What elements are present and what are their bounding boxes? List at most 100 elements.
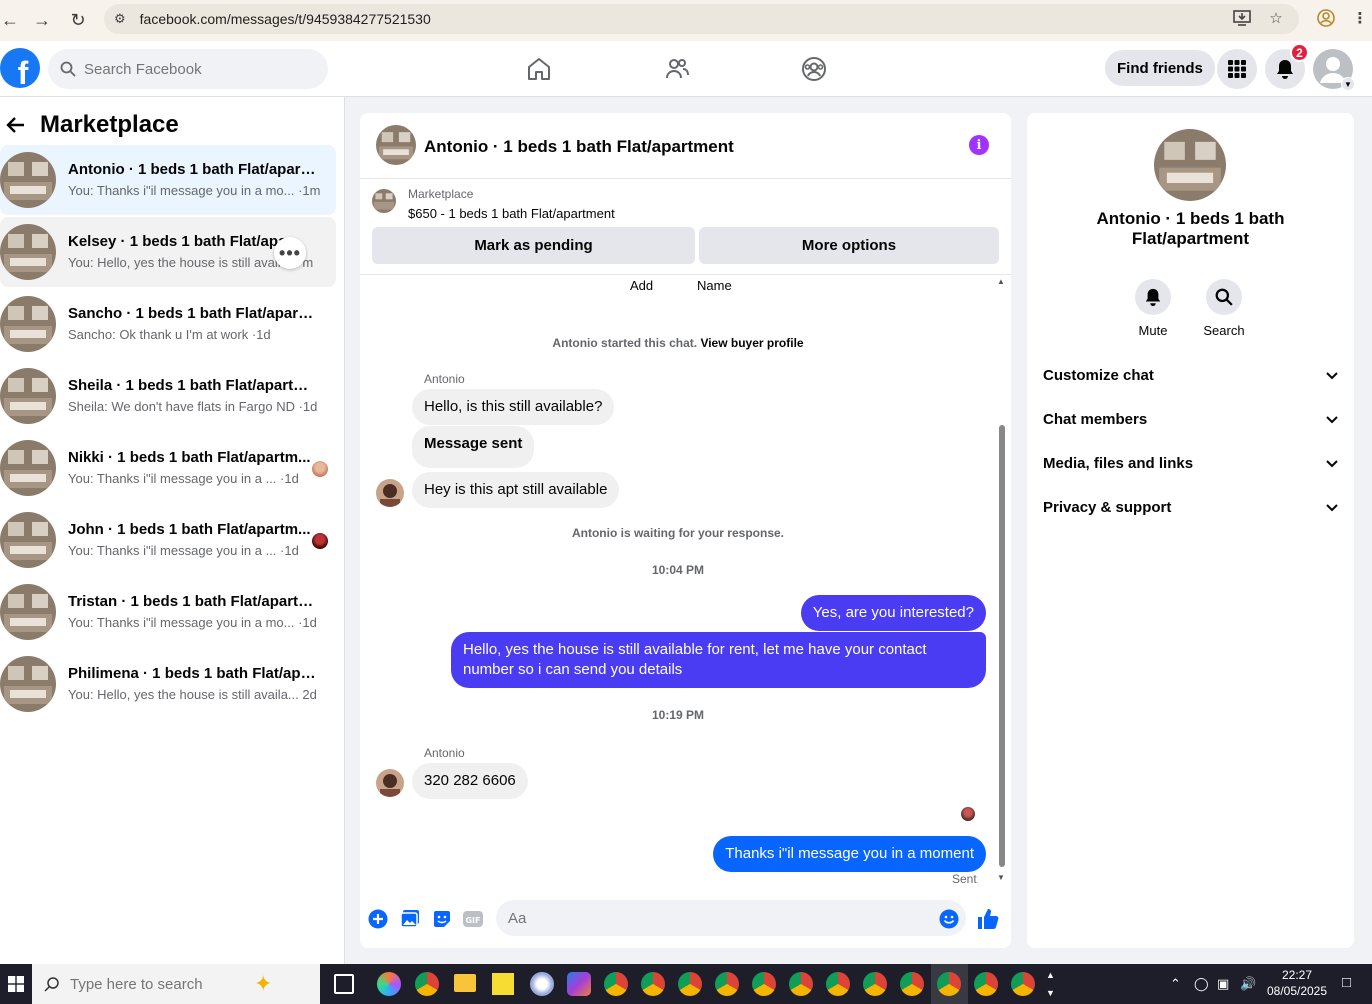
- conversation-item[interactable]: Sancho · 1 beds 1 bath Flat/apartm... Sa…: [0, 289, 336, 359]
- chrome-app-icon[interactable]: [415, 972, 439, 996]
- reload-icon[interactable]: ↻: [60, 2, 96, 38]
- network-icon[interactable]: ▣: [1217, 976, 1229, 992]
- message-bubble[interactable]: 320 282 6606: [412, 763, 528, 799]
- search-bar[interactable]: [48, 49, 328, 89]
- notifications-button[interactable]: 2: [1265, 43, 1309, 89]
- more-options-icon[interactable]: •••: [274, 237, 306, 269]
- conversation-item[interactable]: John · 1 beds 1 bath Flat/apartm... You:…: [0, 505, 336, 575]
- listing-thumbnail[interactable]: [372, 189, 396, 213]
- mark-as-pending-button[interactable]: Mark as pending: [372, 227, 695, 264]
- gif-icon[interactable]: GIF: [462, 908, 484, 930]
- chat-header: Antonio · 1 beds 1 bath Flat/apartment i: [360, 113, 1011, 179]
- groups-icon[interactable]: [798, 53, 830, 85]
- info-icon[interactable]: i: [969, 135, 989, 155]
- chat-title[interactable]: Antonio · 1 beds 1 bath Flat/apartment: [424, 137, 734, 157]
- view-buyer-profile-link[interactable]: View buyer profile: [700, 336, 803, 350]
- friends-icon[interactable]: [661, 53, 693, 85]
- media-files-links-row[interactable]: Media, files and links: [1027, 441, 1354, 485]
- conversation-item[interactable]: Kelsey · 1 beds 1 bath Flat/apar... You:…: [0, 217, 336, 287]
- chrome-app-icon[interactable]: [900, 972, 924, 996]
- chrome-app-icon[interactable]: [863, 972, 887, 996]
- chrome-app-icon[interactable]: [974, 972, 998, 996]
- waiting-notice: Antonio is waiting for your response.: [571, 526, 784, 540]
- taskbar-clock[interactable]: 22:27 08/05/2025: [1262, 967, 1332, 999]
- more-options-button[interactable]: More options: [699, 227, 999, 264]
- chat-avatar[interactable]: [376, 125, 416, 165]
- sticky-notes-icon[interactable]: [492, 973, 514, 995]
- bookmark-star-icon[interactable]: ☆: [1264, 6, 1288, 30]
- message-bubble[interactable]: Hello, is this still available?: [412, 389, 615, 425]
- chat-members-row[interactable]: Chat members: [1027, 397, 1354, 441]
- plus-icon[interactable]: [367, 908, 389, 930]
- task-view-icon[interactable]: [334, 974, 354, 994]
- scrollbar[interactable]: ▲ ▼: [997, 275, 1007, 890]
- find-friends-button[interactable]: Find friends: [1105, 50, 1215, 86]
- thumbs-up-icon[interactable]: [977, 908, 999, 930]
- taskbar-scroll-arrows[interactable]: ▲ ▼: [1046, 966, 1055, 1002]
- chrome-app-icon[interactable]: [752, 972, 776, 996]
- volume-icon[interactable]: 🔊: [1240, 976, 1256, 992]
- message-bubble[interactable]: Hey is this apt still available: [412, 472, 620, 508]
- notification-center-icon[interactable]: □: [1342, 974, 1351, 991]
- home-icon[interactable]: [523, 53, 555, 85]
- message-composer: GIF: [360, 890, 1011, 948]
- search-icon: [1215, 288, 1233, 306]
- conversation-item[interactable]: Nikki · 1 beds 1 bath Flat/apartm... You…: [0, 433, 336, 503]
- sender-avatar[interactable]: [376, 479, 404, 507]
- facebook-logo[interactable]: f: [0, 48, 40, 88]
- chrome-app-icon[interactable]: [1011, 972, 1035, 996]
- forward-icon[interactable]: →: [24, 2, 60, 38]
- tray-chevron-up-icon[interactable]: ⌃: [1170, 976, 1181, 992]
- message-bubble-outgoing[interactable]: Yes, are you interested?: [800, 595, 986, 631]
- customize-chat-row[interactable]: Customize chat: [1027, 353, 1354, 397]
- chrome-app-icon[interactable]: [826, 972, 850, 996]
- conversation-item[interactable]: Antonio · 1 beds 1 bath Flat/apart... Yo…: [0, 145, 336, 215]
- chrome-app-icon[interactable]: [789, 972, 813, 996]
- privacy-support-row[interactable]: Privacy & support: [1027, 485, 1354, 529]
- address-bar[interactable]: ⚙ facebook.com/messages/t/94593842775215…: [104, 4, 1299, 34]
- chevron-down-icon: [1326, 499, 1338, 516]
- scroll-up-arrow[interactable]: ▲: [997, 277, 1005, 286]
- chrome-app-icon[interactable]: [937, 972, 961, 996]
- conversation-item[interactable]: Philimena · 1 beds 1 bath Flat/apar... Y…: [0, 649, 336, 719]
- message-bubble-outgoing[interactable]: Thanks i"il message you in a moment: [713, 836, 986, 872]
- message-input[interactable]: [496, 900, 966, 936]
- sender-avatar[interactable]: [376, 769, 404, 797]
- chat-details-avatar[interactable]: [1154, 129, 1226, 201]
- chrome-app-icon[interactable]: [604, 972, 628, 996]
- sticker-icon[interactable]: [431, 908, 453, 930]
- menu-grid-button[interactable]: [1217, 49, 1257, 89]
- listing-price[interactable]: $650 - 1 beds 1 bath Flat/apartment: [408, 206, 615, 221]
- search-input[interactable]: [84, 60, 304, 78]
- scrollbar-thumb[interactable]: [999, 425, 1005, 867]
- scroll-down-arrow[interactable]: ▼: [997, 873, 1005, 882]
- taskbar-search-input[interactable]: [70, 975, 250, 993]
- browser-menu-icon[interactable]: ⋮: [1348, 6, 1372, 30]
- back-arrow-icon[interactable]: [4, 113, 28, 137]
- tray-meet-icon[interactable]: ◯: [1194, 976, 1209, 992]
- conversation-item[interactable]: Tristan · 1 beds 1 bath Flat/apartm... Y…: [0, 577, 336, 647]
- photo-icon[interactable]: [399, 908, 421, 930]
- emoji-icon[interactable]: [938, 908, 960, 930]
- file-explorer-icon[interactable]: [454, 974, 476, 992]
- install-app-icon[interactable]: [1230, 6, 1254, 30]
- message-bubble[interactable]: Message sent: [412, 426, 535, 468]
- notification-badge: 2: [1290, 43, 1309, 62]
- message-list[interactable]: Add Name Antonio started this chat. View…: [360, 275, 1011, 890]
- m365-app-icon[interactable]: [567, 972, 591, 996]
- cut-off-text: Name: [697, 278, 732, 293]
- paint-app-icon[interactable]: [530, 972, 554, 996]
- site-info-icon[interactable]: ⚙: [114, 11, 126, 27]
- account-avatar[interactable]: ▼: [1313, 49, 1355, 91]
- chrome-app-icon[interactable]: [678, 972, 702, 996]
- copilot-app-icon[interactable]: [377, 972, 401, 996]
- mute-button[interactable]: Mute: [1123, 279, 1183, 338]
- conversation-item[interactable]: Sheila · 1 beds 1 bath Flat/apartment Sh…: [0, 361, 336, 431]
- profile-icon[interactable]: [1314, 6, 1338, 30]
- message-bubble-outgoing[interactable]: Hello, yes the house is still available …: [451, 632, 986, 688]
- chrome-app-icon[interactable]: [715, 972, 739, 996]
- chrome-app-icon[interactable]: [641, 972, 665, 996]
- taskbar-search[interactable]: ✦: [32, 964, 320, 1004]
- search-conversation-button[interactable]: Search: [1194, 279, 1254, 338]
- windows-start-icon[interactable]: [0, 964, 32, 1004]
